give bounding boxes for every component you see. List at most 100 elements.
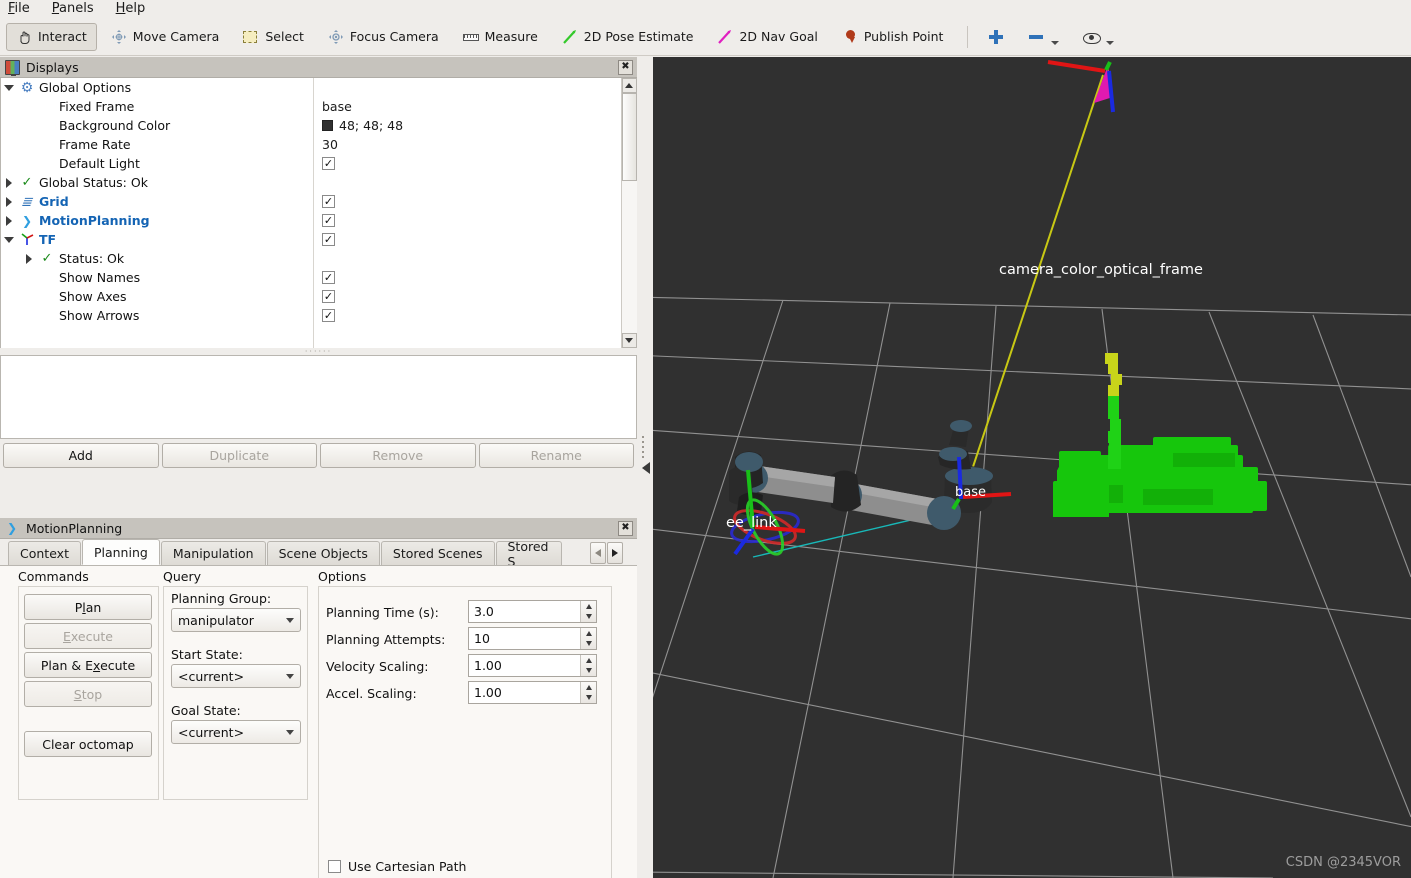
motion-planning-close-button[interactable]: ✖ (618, 520, 633, 536)
duplicate-button[interactable]: Duplicate (161, 442, 317, 468)
tool-focus-camera[interactable]: Focus Camera (318, 23, 449, 51)
tool-visibility[interactable] (1073, 23, 1124, 51)
displays-splitter[interactable]: ······ (0, 347, 637, 356)
chevron-down-icon-2[interactable] (1106, 40, 1115, 45)
use-cartesian-path-row[interactable]: Use Cartesian Path (328, 859, 466, 874)
displays-tree[interactable]: Global Options Fixed Frame Background Colo… (0, 78, 637, 348)
tab-scroll-left-button[interactable] (590, 542, 606, 564)
tree-value-checkbox[interactable]: ✓ (322, 214, 335, 227)
tree-value-cell[interactable]: ✓ (314, 287, 620, 306)
tree-row-show-names[interactable]: Show Names (1, 268, 313, 287)
planning-group-combo[interactable]: manipulator (171, 608, 301, 632)
tree-label: Show Names (59, 270, 141, 285)
accel-scaling-spinbox[interactable]: 1.00 (468, 681, 597, 704)
execute-button[interactable]: Execute (24, 623, 152, 649)
menu-panels[interactable]: Panels (50, 2, 96, 16)
tree-value-cell[interactable]: ✓ (314, 230, 620, 249)
tree-label: Frame Rate (59, 137, 131, 152)
tree-row-global-status-ok[interactable]: ✓ Global Status: Ok (1, 173, 313, 192)
goal-state-label: Goal State: (171, 703, 241, 718)
tree-value-checkbox[interactable]: ✓ (322, 195, 335, 208)
tree-row-background-color[interactable]: Background Color (1, 116, 313, 135)
chevron-right-icon[interactable] (21, 253, 37, 264)
tree-value-cell[interactable]: 30 (314, 135, 620, 154)
chevron-down-icon[interactable] (1, 236, 17, 243)
tab-manipulation[interactable]: Manipulation (160, 541, 266, 565)
tree-row-show-arrows[interactable]: Show Arrows (1, 306, 313, 325)
chevron-right-icon[interactable] (1, 215, 17, 226)
tab-scene-objects[interactable]: Scene Objects (266, 541, 380, 565)
tree-value-cell[interactable]: ✓ (314, 211, 620, 230)
tree-label: Background Color (59, 118, 171, 133)
tree-value-checkbox[interactable]: ✓ (322, 157, 335, 170)
displays-close-button[interactable]: ✖ (618, 59, 633, 75)
planning-time-label: Planning Time (s): (326, 605, 439, 620)
velocity-scaling-spinbox[interactable]: 1.00 (468, 654, 597, 677)
tool-add-panel[interactable] (978, 23, 1014, 51)
tool-measure[interactable]: Measure (453, 23, 548, 51)
plan-and-execute-button[interactable]: Plan & Execute (24, 652, 152, 678)
tab-scroll-right-button[interactable] (607, 542, 623, 564)
tree-value-cell[interactable]: base (314, 97, 620, 116)
add-button[interactable]: Add (3, 442, 159, 468)
tree-value-cell[interactable]: ✓ (314, 306, 620, 325)
tab-stored-s[interactable]: Stored S (495, 541, 562, 565)
tool-move-camera[interactable]: Move Camera (101, 23, 230, 51)
collapse-arrow-icon[interactable] (641, 461, 650, 474)
displays-icon (5, 59, 20, 76)
goal-state-combo[interactable]: <current> (171, 720, 301, 744)
tool-interact[interactable]: Interact (6, 22, 97, 51)
chevron-right-icon[interactable] (1, 177, 17, 188)
use-cartesian-path-checkbox[interactable] (328, 860, 341, 873)
chevron-down-icon[interactable] (1051, 40, 1060, 45)
menu-help[interactable]: Help (114, 2, 148, 16)
tool-2d-nav-goal[interactable]: 2D Nav Goal (707, 23, 827, 51)
chevron-down-icon[interactable] (1, 84, 17, 91)
motion-planning-icon (5, 521, 20, 536)
tab-context[interactable]: Context (8, 541, 81, 565)
clear-octomap-button[interactable]: Clear octomap (24, 731, 152, 757)
tree-row-fixed-frame[interactable]: Fixed Frame (1, 97, 313, 116)
tool-publish-point[interactable]: Publish Point (832, 23, 954, 51)
scroll-track[interactable] (621, 93, 637, 333)
tool-select[interactable]: Select (233, 23, 314, 51)
tree-value-text: 48; 48; 48 (339, 118, 404, 133)
tree-row-default-light[interactable]: Default Light (1, 154, 313, 173)
tree-row-tf[interactable]: TF (1, 230, 313, 249)
tab-planning[interactable]: Planning (81, 539, 160, 565)
tree-row-show-axes[interactable]: Show Axes (1, 287, 313, 306)
tree-value-cell[interactable]: ✓ (314, 268, 620, 287)
tree-row-status-ok[interactable]: ✓ Status: Ok (1, 249, 313, 268)
menu-file[interactable]: File (6, 2, 32, 16)
plan-button[interactable]: Plan (24, 594, 152, 620)
displays-scrollbar[interactable] (621, 78, 637, 348)
planning-time-spinbox[interactable]: 3.0 (468, 600, 597, 623)
tree-value-cell[interactable]: ✓ (314, 154, 620, 173)
tree-value-checkbox[interactable]: ✓ (322, 290, 335, 303)
tree-row-frame-rate[interactable]: Frame Rate (1, 135, 313, 154)
chevron-right-icon[interactable] (1, 196, 17, 207)
scroll-down-button[interactable] (621, 333, 637, 348)
tree-value-checkbox[interactable]: ✓ (322, 271, 335, 284)
tool-2d-nav-goal-label: 2D Nav Goal (739, 29, 818, 44)
scroll-up-button[interactable] (621, 78, 637, 93)
tab-stored-scenes[interactable]: Stored Scenes (380, 541, 495, 565)
tree-row-motionplanning[interactable]: MotionPlanning (1, 211, 313, 230)
dock-collapse-handle[interactable] (638, 57, 653, 878)
planning-attempts-spinbox[interactable]: 10 (468, 627, 597, 650)
tree-value-cell[interactable]: 48; 48; 48 (314, 116, 620, 135)
scroll-thumb[interactable] (621, 93, 637, 181)
tree-value-checkbox[interactable]: ✓ (322, 309, 335, 322)
stop-button[interactable]: Stop (24, 681, 152, 707)
tool-remove-panel[interactable] (1018, 23, 1069, 51)
check-ok-icon: ✓ (41, 251, 53, 266)
tree-value-cell[interactable]: ✓ (314, 192, 620, 211)
tree-row-grid[interactable]: Grid (1, 192, 313, 211)
3d-render-view[interactable]: camera_color_optical_frame ee_link base … (653, 57, 1411, 878)
tree-value-checkbox[interactable]: ✓ (322, 233, 335, 246)
tree-row-global-options[interactable]: Global Options (1, 78, 313, 97)
remove-button[interactable]: Remove (320, 442, 476, 468)
start-state-combo[interactable]: <current> (171, 664, 301, 688)
rename-button[interactable]: Rename (478, 442, 634, 468)
tool-2d-pose-estimate[interactable]: 2D Pose Estimate (552, 23, 704, 51)
